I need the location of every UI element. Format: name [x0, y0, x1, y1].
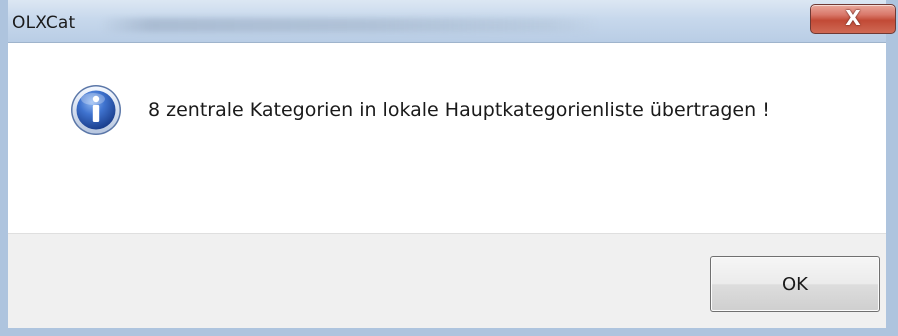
ok-button[interactable]: OK	[710, 256, 880, 312]
message-dialog: OLXCat X 8 zentrale Kategorien in lokale…	[0, 0, 898, 336]
title-bar[interactable]: OLXCat X	[8, 0, 896, 42]
message-area	[8, 42, 886, 233]
close-icon: X	[845, 6, 861, 30]
dialog-message: 8 zentrale Kategorien in lokale Hauptkat…	[148, 99, 770, 121]
blurred-title-region	[100, 18, 600, 32]
close-button[interactable]: X	[810, 4, 896, 34]
information-icon	[71, 85, 121, 135]
window-title: OLXCat	[12, 13, 76, 33]
